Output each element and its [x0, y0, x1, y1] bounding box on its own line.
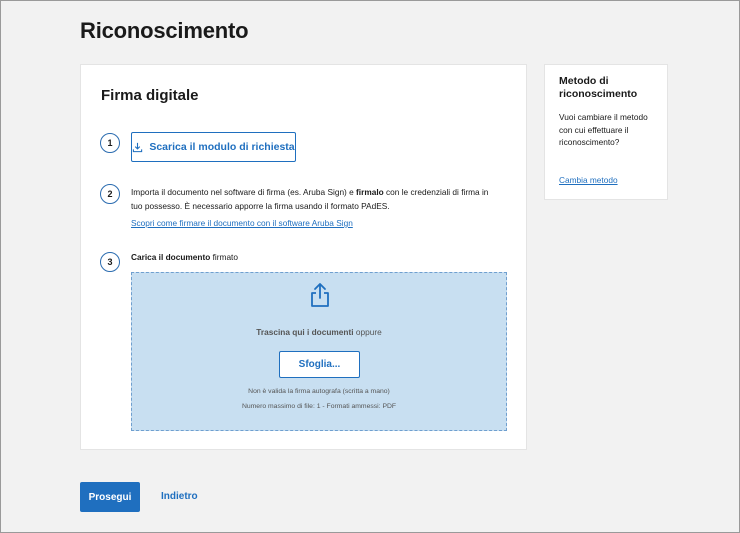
step-2-instructions: Importa il documento nel software di fir…: [131, 185, 501, 213]
browse-button[interactable]: Sfoglia...: [279, 351, 360, 378]
step-3-label-bold: Carica il documento: [131, 252, 211, 262]
back-button[interactable]: Indietro: [161, 491, 198, 502]
card-title: Firma digitale: [101, 87, 199, 104]
download-icon: [133, 142, 143, 152]
download-form-button[interactable]: Scarica il modulo di richiesta: [131, 132, 296, 162]
download-form-label: Scarica il modulo di richiesta: [149, 141, 295, 153]
step-2-text-bold: firmalo: [356, 187, 384, 197]
page-title: Riconoscimento: [80, 18, 249, 43]
step-3-label-rest: firmato: [210, 252, 238, 262]
file-dropzone[interactable]: Trascina qui i documenti oppure Sfoglia.…: [131, 272, 507, 431]
file-limits-note: Numero massimo di file: 1 - Formati amme…: [241, 403, 397, 410]
proceed-button[interactable]: Prosegui: [80, 482, 140, 512]
dropzone-text-bold: Trascina qui i documenti: [256, 327, 354, 337]
digital-signature-card: Firma digitale 1 Scarica il modulo di ri…: [80, 64, 527, 450]
aruba-sign-guide-link[interactable]: Scopri come firmare il documento con il …: [131, 218, 353, 228]
handwritten-signature-note: Non è valida la firma autografa (scritta…: [248, 388, 390, 395]
side-card-title: Metodo di riconoscimento: [559, 75, 638, 100]
dropzone-instructions: Trascina qui i documenti oppure: [132, 327, 506, 337]
step-3-label: Carica il documento firmato: [131, 252, 238, 262]
change-method-link[interactable]: Cambia metodo: [559, 175, 618, 185]
recognition-method-card: Metodo di riconoscimento Vuoi cambiare i…: [544, 64, 668, 200]
step-number-2: 2: [100, 184, 120, 204]
step-number-1: 1: [100, 133, 120, 153]
side-card-text: Vuoi cambiare il metodo con cui effettua…: [559, 112, 648, 147]
dropzone-text-rest: oppure: [353, 327, 382, 337]
step-2-text-start: Importa il documento nel software di fir…: [131, 187, 357, 197]
step-number-3: 3: [100, 252, 120, 272]
app-frame: Riconoscimento Firma digitale 1 Scarica …: [0, 0, 740, 533]
upload-share-icon: [311, 283, 329, 307]
